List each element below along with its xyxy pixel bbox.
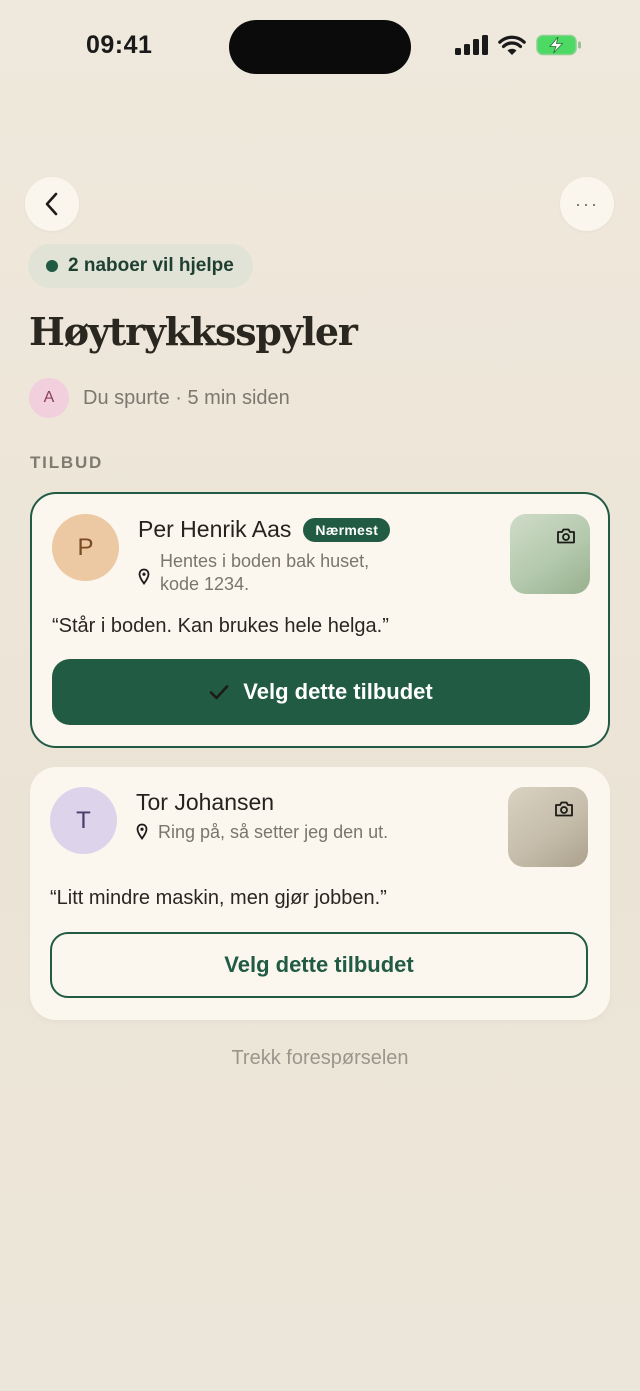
helpers-count-label: 2 naboer vil hjelpe <box>68 255 234 276</box>
offers-section-label: TILBUD <box>30 453 104 472</box>
checkmark-icon <box>209 685 229 700</box>
offer-message: “Står i boden. Kan brukes hele helga.” <box>52 615 389 637</box>
choose-offer-label: Velg dette tilbudet <box>224 952 414 977</box>
offer-card: T Tor Johansen Ring på, så setter jeg de… <box>30 767 610 1020</box>
choose-offer-button[interactable]: Velg dette tilbudet <box>52 659 590 725</box>
offer-card: P Per Henrik Aas Nærmest Hentes i boden b… <box>30 492 610 748</box>
location-pin-icon <box>136 823 148 841</box>
battery-charging-icon <box>536 34 581 56</box>
pickup-location: Hentes i boden bak huset, kode 1234. <box>138 550 369 596</box>
pickup-location: Ring på, så setter jeg den ut. <box>136 821 388 844</box>
offerer-name: Per Henrik Aas <box>138 516 292 542</box>
request-meta-row: A Du spurte · 5 min siden <box>29 378 290 418</box>
offer-message: “Litt mindre maskin, men gjør jobben.” <box>50 887 387 909</box>
status-icons <box>454 34 582 56</box>
withdraw-request-link[interactable]: Trekk forespørselen <box>0 1047 640 1070</box>
camera-icon <box>555 801 573 817</box>
dynamic-island <box>229 20 411 74</box>
back-button[interactable] <box>25 177 79 231</box>
offerer-name: Tor Johansen <box>136 789 275 815</box>
pickup-location-line: Hentes i boden bak huset, <box>160 551 370 571</box>
page-title: Høytrykksspyler <box>29 309 358 354</box>
wifi-icon <box>498 35 526 55</box>
choose-offer-label: Velg dette tilbudet <box>243 679 433 704</box>
status-dot <box>46 260 58 272</box>
more-icon: ··· <box>575 193 599 214</box>
offerer-avatar: T <box>50 787 117 854</box>
camera-icon <box>557 528 575 544</box>
asker-avatar: A <box>29 378 69 418</box>
status-time: 09:41 <box>86 31 153 59</box>
nearest-badge: Nærmest <box>303 518 391 542</box>
item-photo-thumbnail[interactable] <box>510 514 590 594</box>
pickup-location-line: kode 1234. <box>160 574 250 594</box>
helpers-count-chip: 2 naboer vil hjelpe <box>28 244 253 288</box>
request-meta: Du spurte · 5 min siden <box>83 386 290 409</box>
more-options-button[interactable]: ··· <box>560 177 614 231</box>
chevron-left-icon <box>45 192 58 216</box>
choose-offer-button[interactable]: Velg dette tilbudet <box>50 932 588 998</box>
location-pin-icon <box>138 568 150 586</box>
item-photo-thumbnail[interactable] <box>508 787 588 867</box>
offerer-avatar: P <box>52 514 119 581</box>
offerer-name-row: Per Henrik Aas Nærmest <box>138 516 391 543</box>
offer-detail-screen: 09:41 ··· 2 naboer vil hjelpe Høytrykkss… <box>0 0 640 1391</box>
cellular-signal-icon <box>455 35 488 55</box>
pickup-location-line: Ring på, så setter jeg den ut. <box>158 822 389 842</box>
